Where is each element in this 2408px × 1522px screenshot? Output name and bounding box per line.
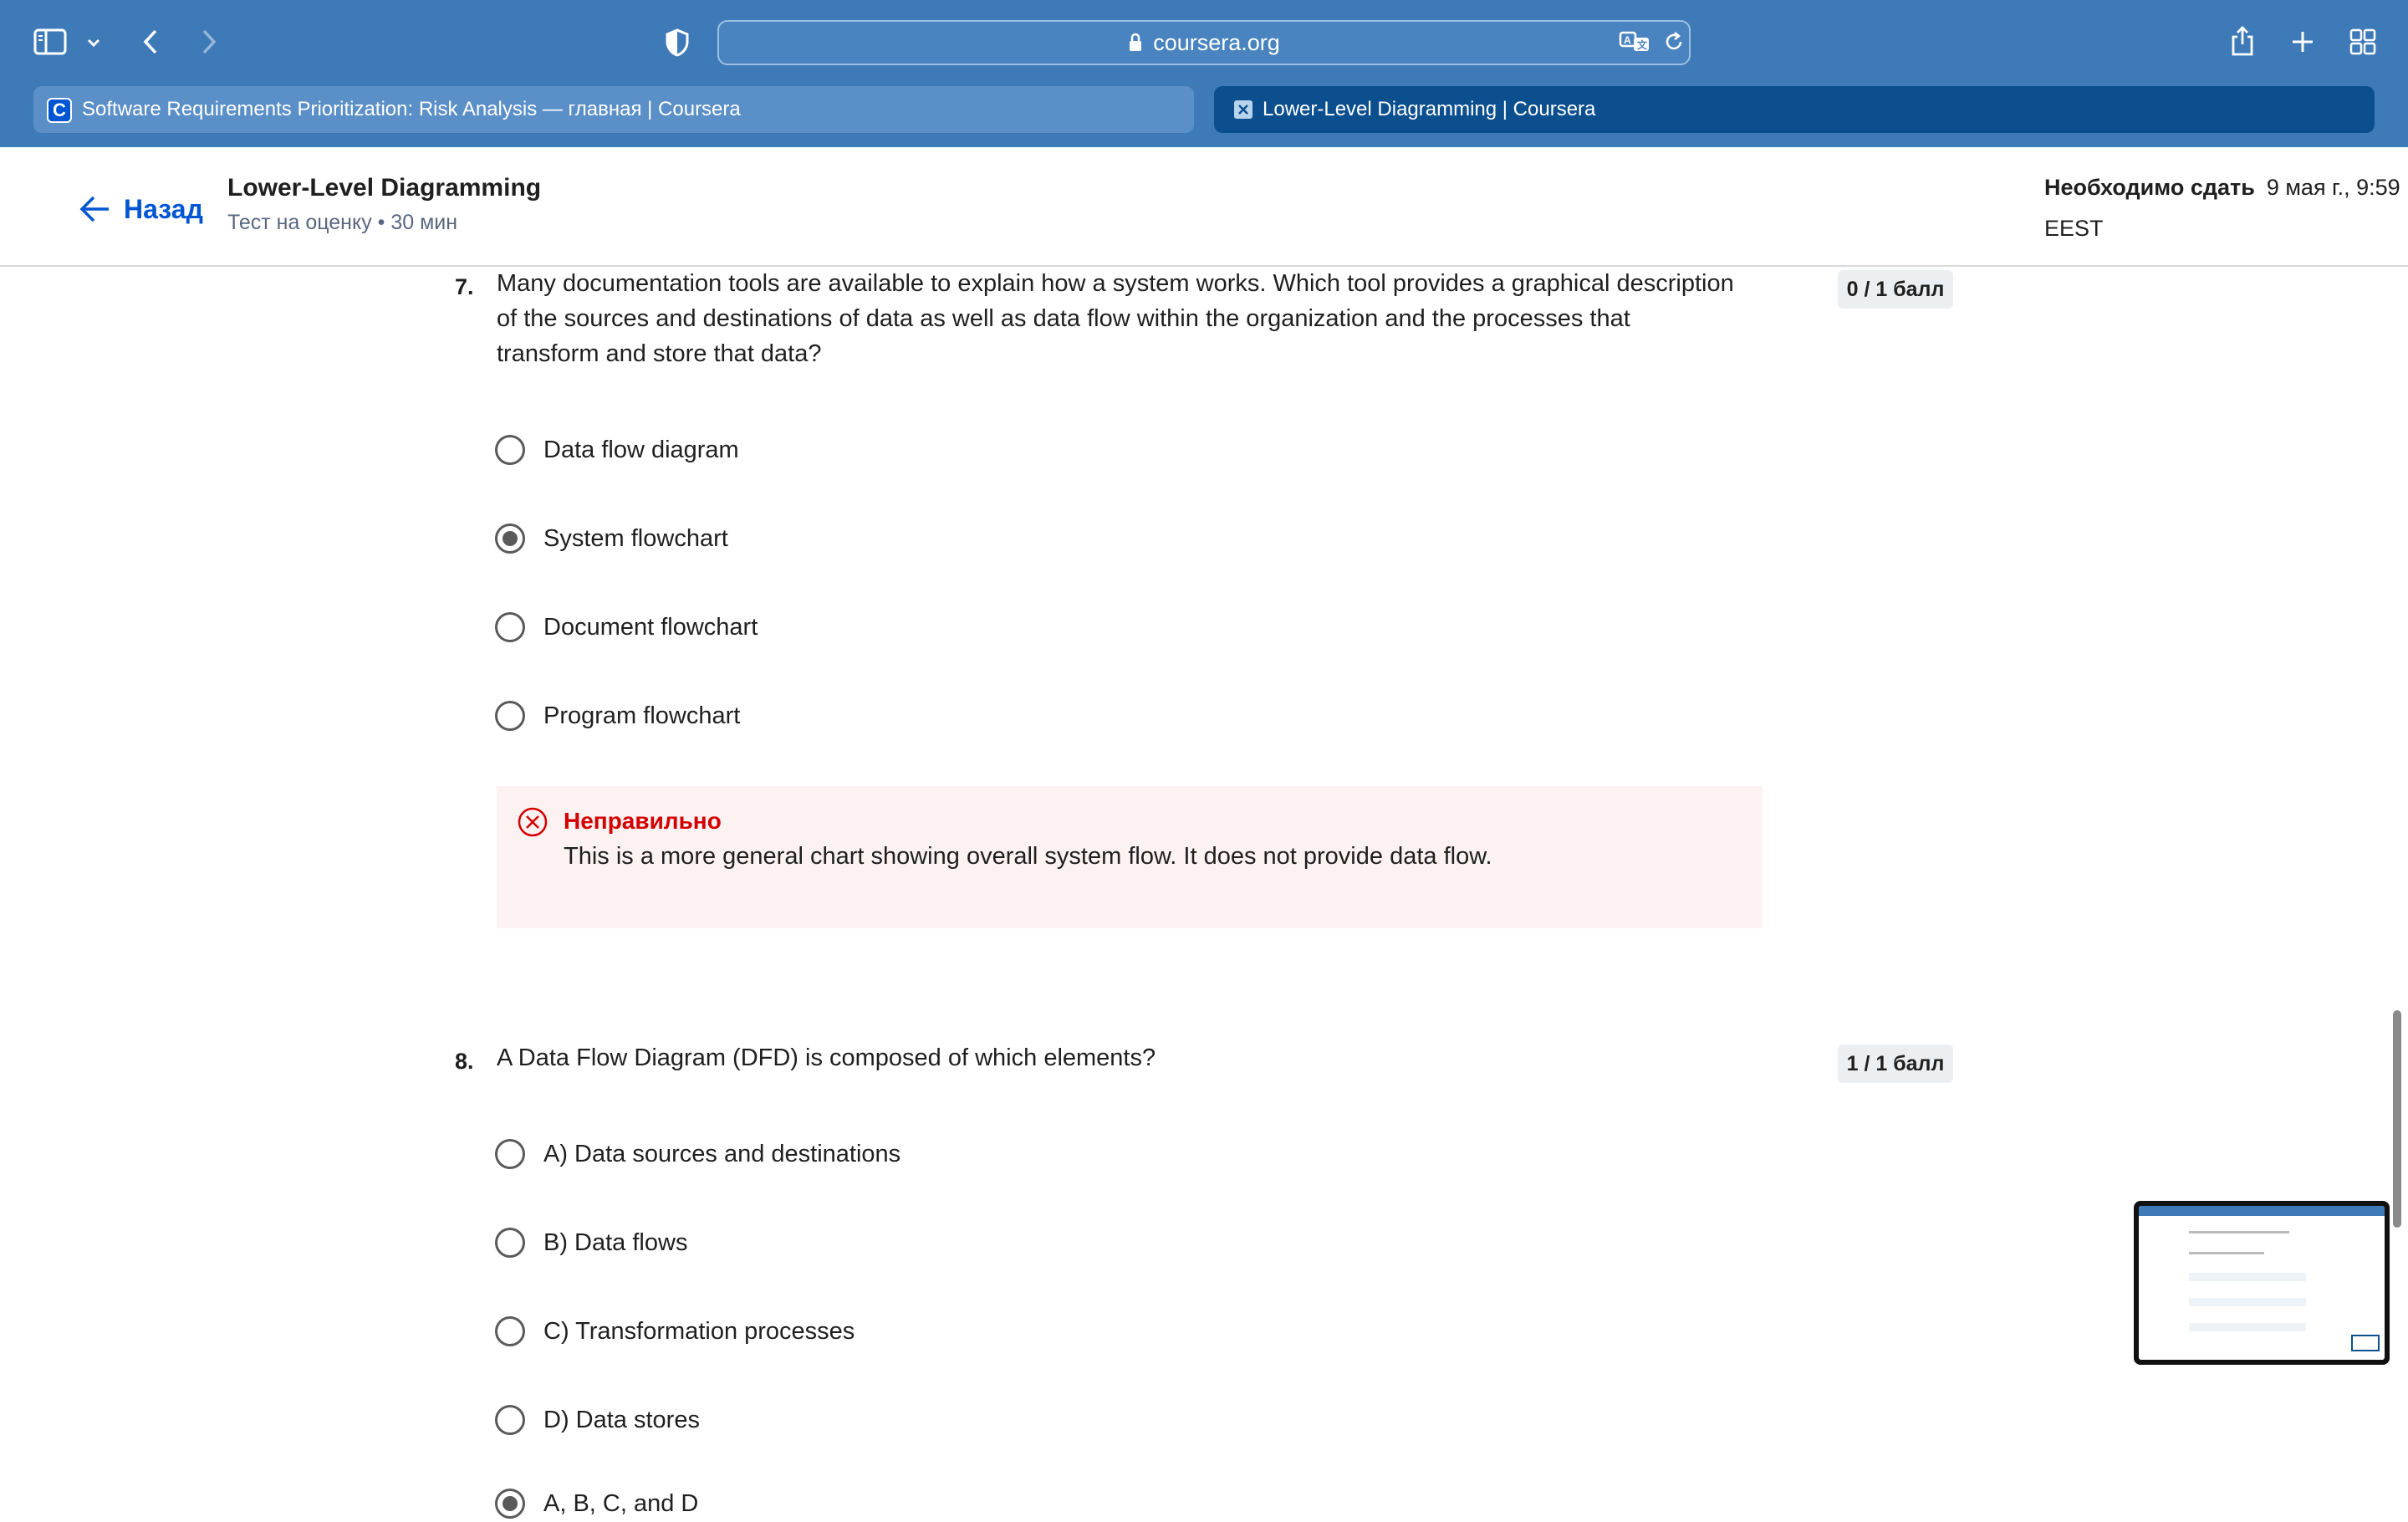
url-text: coursera.org [1153,29,1280,55]
option-radio[interactable]: D) Data stores [495,1402,700,1438]
tab-overview-icon[interactable] [2348,25,2378,59]
radio-icon[interactable] [495,1139,525,1169]
due-label: Необходимо сдать [2044,175,2255,200]
arrow-left-icon [79,196,109,222]
feedback-text: This is a more general chart showing ove… [564,843,1492,870]
shield-icon[interactable] [662,25,692,60]
thumbnail-block [2189,1323,2306,1331]
option-radio[interactable]: Program flowchart [495,697,740,734]
option-label: Document flowchart [543,613,758,641]
forward-arrow-icon[interactable] [194,25,224,59]
option-label: A, B, C, and D [543,1489,699,1517]
tab-label: Software Requirements Prioritization: Ri… [82,98,741,120]
chevron-down-icon[interactable] [84,30,104,55]
due-date: Необходимо сдать 9 мая г., 9:59 [2044,175,2400,201]
feedback-incorrect: Неправильно This is a more general chart… [497,786,1763,928]
option-radio[interactable]: B) Data flows [495,1224,687,1261]
error-circle-icon [517,806,548,838]
thumbnail-toolbar [2139,1206,2385,1216]
option-label: Data flow diagram [543,436,739,463]
score-badge: 0 / 1 балл [1838,270,1953,309]
option-radio[interactable]: Document flowchart [495,609,758,646]
thumbnail-block [2189,1273,2306,1281]
browser-toolbar: coursera.org A文 C Software Requirements … [0,0,2408,147]
question-text: Many documentation tools are available t… [497,266,1818,371]
option-label: Program flowchart [543,702,741,729]
svg-text:A: A [1624,34,1631,46]
timezone: EEST [2044,216,2104,241]
thumbnail-frame [2351,1335,2380,1351]
screenshot-thumbnail[interactable] [2134,1201,2390,1365]
question-number: 8. [455,1049,474,1074]
question-line: Many documentation tools are available t… [497,270,1734,297]
translate-icon[interactable]: A文 [1619,30,1652,55]
page-title: Lower-Level Diagramming [227,174,542,202]
option-radio[interactable]: C) Transformation processes [495,1313,855,1350]
back-label: Назад [124,193,203,224]
radio-icon[interactable] [495,435,525,465]
plus-icon[interactable] [2288,25,2318,59]
thumbnail-line [2189,1252,2264,1254]
option-label: System flowchart [543,524,728,552]
radio-icon[interactable] [495,1228,525,1258]
question-number: 7. [455,274,474,299]
due-value: 9 мая г., 9:59 [2266,175,2400,200]
sidebar-icon[interactable] [32,25,69,59]
option-label: C) Transformation processes [543,1317,855,1345]
radio-icon[interactable] [495,1316,525,1346]
question-text: A Data Flow Diagram (DFD) is composed of… [497,1044,1156,1071]
page-subtitle: Тест на оценку • 30 мин [227,211,458,234]
option-radio[interactable]: Data flow diagram [495,432,739,468]
back-arrow-icon[interactable] [135,25,166,59]
thumbnail-line [2189,1231,2289,1233]
svg-text:文: 文 [1637,38,1648,51]
radio-icon[interactable] [495,701,525,731]
reload-icon[interactable] [1662,30,1687,55]
tab-label: Lower-Level Diagramming | Coursera [1263,98,1596,120]
coursera-logo-icon: C [47,98,72,123]
option-label: B) Data flows [543,1228,688,1256]
share-icon[interactable] [2227,22,2258,60]
lock-icon [1130,33,1142,51]
tab-lower-level-diagramming[interactable]: Lower-Level Diagramming | Coursera [1214,86,2375,133]
radio-icon[interactable] [495,612,525,642]
question-line: of the sources and destinations of data … [497,305,1630,332]
radio-icon[interactable] [495,1405,525,1435]
option-radio[interactable]: A) Data sources and destinations [495,1136,900,1172]
back-button[interactable]: Назад [79,191,203,227]
question-line: transform and store that data? [497,340,822,367]
radio-selected-icon[interactable] [495,524,525,554]
scrollbar-thumb[interactable] [2393,1010,2401,1228]
radio-selected-icon[interactable] [495,1489,525,1519]
thumbnail-block [2189,1298,2306,1306]
tab-course-home[interactable]: C Software Requirements Prioritization: … [33,86,1194,133]
address-bar[interactable]: coursera.org A文 [717,20,1691,65]
close-tab-icon[interactable] [1234,100,1252,119]
quiz-header: Назад Lower-Level Diagramming Тест на оц… [0,147,2408,267]
option-radio[interactable]: System flowchart [495,520,728,557]
score-badge: 1 / 1 балл [1838,1044,1953,1083]
option-label: D) Data stores [543,1406,700,1433]
option-label: A) Data sources and destinations [543,1140,901,1167]
feedback-status: Неправильно [564,808,722,834]
option-radio[interactable]: A, B, C, and D [495,1485,698,1522]
